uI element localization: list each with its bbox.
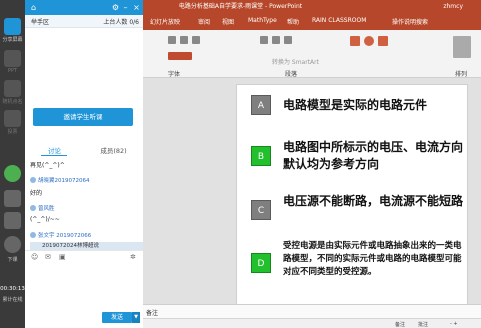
chat-sender[interactable]: 曾风胜 bbox=[38, 204, 55, 212]
ppt-user[interactable]: zhmcy bbox=[443, 0, 463, 14]
tab-discuss[interactable]: 讨论 bbox=[25, 145, 84, 155]
send-options-dropdown[interactable]: ▼ bbox=[132, 312, 140, 323]
chat-toolbar: ☺ ✉ ▣ ✲ bbox=[25, 250, 143, 262]
shape-oval-icon[interactable] bbox=[364, 36, 374, 46]
vote-icon[interactable] bbox=[4, 110, 21, 127]
ppt-title: 电路分析基础A自学要求-雨课堂 - PowerPoint bbox=[178, 3, 303, 10]
indent-icon[interactable] bbox=[284, 36, 292, 44]
avatar bbox=[30, 177, 36, 183]
pen-icon[interactable] bbox=[4, 190, 21, 207]
invite-students-button[interactable]: 邀请学生听课 bbox=[33, 108, 133, 126]
option-a-box[interactable]: A bbox=[251, 95, 271, 115]
panel-header: ⌂ ⚙ – × bbox=[25, 0, 143, 15]
rail-share-label: 分享屏幕 bbox=[2, 37, 23, 43]
exit-label[interactable]: 下课 bbox=[0, 256, 25, 263]
tab-members[interactable]: 成员(82) bbox=[84, 145, 143, 155]
random-call-icon[interactable] bbox=[4, 80, 21, 97]
chat-message: 再见(^_^)^ bbox=[30, 162, 65, 169]
chat-message: 好的 bbox=[30, 190, 43, 197]
tab-underline bbox=[41, 155, 67, 156]
bold-icon[interactable] bbox=[168, 36, 176, 44]
rail-ppt-label: PPT bbox=[7, 68, 18, 74]
option-b-box[interactable]: B bbox=[251, 146, 271, 166]
tab-rain-classroom[interactable]: RAIN CLASSROOM bbox=[312, 17, 366, 24]
chat-highlight: 2019072024林博超说 bbox=[30, 242, 143, 250]
pin-icon[interactable]: ⌂ bbox=[29, 3, 38, 12]
chat-sender[interactable]: 张文宇 2019072066 bbox=[38, 231, 91, 239]
close-icon[interactable]: × bbox=[132, 3, 141, 12]
shape-rect-icon[interactable] bbox=[350, 36, 360, 46]
tab-slideshow[interactable]: 幻灯片放映 bbox=[150, 17, 180, 26]
fullscreen-icon[interactable] bbox=[4, 212, 21, 229]
emoji-icon[interactable]: ☺ bbox=[31, 253, 38, 261]
rail-random-label: 随机点名 bbox=[2, 99, 23, 105]
numbering-icon[interactable] bbox=[272, 36, 280, 44]
ribbon-group-paragraph: 段落 bbox=[285, 71, 298, 78]
raise-hand-area bbox=[25, 28, 143, 108]
tab-mathtype[interactable]: MathType bbox=[248, 17, 277, 24]
raise-hand-title: 举手区 bbox=[31, 19, 50, 26]
hand-icon[interactable] bbox=[4, 165, 21, 182]
arrange-icon[interactable] bbox=[453, 36, 471, 58]
classroom-panel: ⌂ ⚙ – × 举手区 上台人数 0/6 邀请学生听课 讨论 成员(82) 再见… bbox=[25, 0, 143, 328]
danmaku-icon[interactable]: ✉ bbox=[45, 253, 51, 261]
tab-review[interactable]: 审阅 bbox=[198, 17, 210, 26]
ppt-icon[interactable] bbox=[4, 50, 21, 67]
minimize-icon[interactable]: – bbox=[121, 3, 130, 12]
status-notes[interactable]: 备注 bbox=[395, 321, 405, 328]
avatar bbox=[30, 205, 36, 211]
class-timer: 00:30:13 bbox=[0, 286, 25, 292]
chat-message: (^_^)/~~ bbox=[30, 216, 60, 223]
settings-icon[interactable]: ⚙ bbox=[111, 3, 120, 12]
shape-triangle-icon[interactable] bbox=[378, 36, 388, 46]
option-c-text: 电压源不能断路，电流源不能短路 bbox=[283, 194, 464, 208]
power-icon[interactable] bbox=[4, 236, 21, 253]
zoom-control[interactable]: - + bbox=[450, 321, 458, 327]
option-d-text: 受控电源是由实际元件或电路抽象出来的一类电路模型，不同的实际元件或电路的电路模型… bbox=[283, 241, 462, 277]
avatar bbox=[30, 232, 36, 238]
online-info: 累计在线 bbox=[2, 297, 23, 303]
italic-icon[interactable] bbox=[180, 36, 188, 44]
ribbon-group-arrange: 排列 bbox=[455, 71, 468, 78]
option-b-text: 电路图中所标示的电压、电流方向默认均为参考方向 bbox=[283, 140, 464, 171]
option-a-text: 电路模型是实际的电路元件 bbox=[283, 98, 428, 112]
stage-count: 上台人数 0/6 bbox=[103, 19, 139, 26]
ribbon-group-font: 字体 bbox=[168, 71, 181, 78]
chat-settings-icon[interactable]: ✲ bbox=[130, 253, 136, 261]
notes-pane[interactable]: 备注 bbox=[138, 304, 481, 318]
classroom-rail: 分享屏幕 PPT 随机点名 投票 下课 00:30:13 累计在线 bbox=[0, 0, 25, 328]
chat-list[interactable]: 再见(^_^)^ 胡晓翼2019072064 好的 曾风胜 (^_^)/~~ 张… bbox=[25, 158, 143, 250]
slide-canvas[interactable]: A 电路模型是实际的电路元件 B 电路图中所标示的电压、电流方向默认均为参考方向… bbox=[236, 84, 468, 306]
tab-help[interactable]: 帮助 bbox=[287, 17, 299, 26]
tab-view[interactable]: 视图 bbox=[222, 17, 234, 26]
rail-vote-label: 投票 bbox=[7, 129, 18, 135]
image-icon[interactable]: ▣ bbox=[59, 253, 66, 261]
option-d-box[interactable]: D bbox=[251, 253, 271, 273]
smartart-button[interactable]: 转换为 SmartArt bbox=[272, 57, 319, 66]
raise-hand-bar: 举手区 上台人数 0/6 bbox=[25, 15, 143, 28]
underline-icon[interactable] bbox=[192, 36, 200, 44]
font-color-icon[interactable] bbox=[168, 52, 192, 60]
tab-search[interactable]: 操作说明搜索 bbox=[392, 17, 428, 26]
bullets-icon[interactable] bbox=[260, 36, 268, 44]
chat-sender[interactable]: 胡晓翼2019072064 bbox=[38, 176, 90, 184]
option-c-box[interactable]: C bbox=[251, 200, 271, 220]
status-comments[interactable]: 批注 bbox=[418, 321, 428, 328]
send-button[interactable]: 发送 bbox=[102, 312, 132, 323]
share-screen-icon[interactable] bbox=[4, 18, 21, 35]
